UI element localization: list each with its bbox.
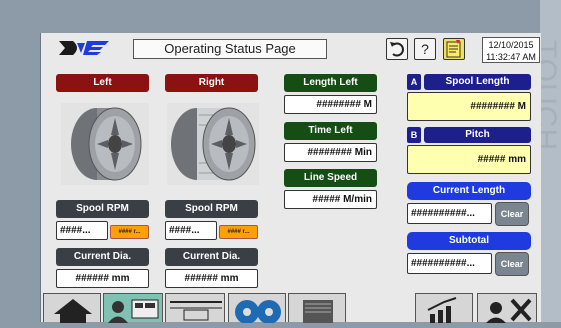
right-rpm-value[interactable]: ####... bbox=[165, 221, 217, 240]
nav-trends-button[interactable] bbox=[415, 293, 473, 323]
nav-spools-button[interactable] bbox=[228, 293, 286, 324]
spools-icon bbox=[235, 300, 281, 324]
time-left-label: Time Left bbox=[284, 122, 377, 140]
current-length-label: Current Length bbox=[407, 182, 531, 200]
clear-subtotal-button[interactable]: Clear bbox=[495, 252, 529, 276]
left-rpm-value[interactable]: ####... bbox=[56, 221, 108, 240]
clear-current-length-button[interactable]: Clear bbox=[495, 202, 529, 226]
company-logo bbox=[55, 37, 115, 59]
length-left-label: Length Left bbox=[284, 74, 377, 92]
back-button[interactable] bbox=[386, 38, 408, 60]
motor-icon bbox=[303, 300, 333, 323]
hmi-screen: Operating Status Page ? 12/10/2015 11:32… bbox=[40, 33, 541, 324]
alarm-note-icon bbox=[446, 40, 461, 58]
nav-maintenance-button[interactable] bbox=[477, 293, 537, 323]
right-dia-value: ###### mm bbox=[165, 269, 258, 288]
spool-length-input[interactable]: ######## M bbox=[407, 92, 531, 121]
left-rpm-label: Spool RPM bbox=[56, 200, 149, 218]
right-rpm-alt-value: #### r... bbox=[219, 225, 258, 239]
time-text: 11:32:47 AM bbox=[486, 52, 536, 62]
left-dia-label: Current Dia. bbox=[56, 248, 149, 266]
left-rpm-alt-value: #### r... bbox=[110, 225, 149, 239]
spool-length-label: Spool Length bbox=[424, 74, 531, 90]
right-dia-label: Current Dia. bbox=[165, 248, 258, 266]
pitch-input[interactable]: ##### mm bbox=[407, 145, 531, 174]
left-dia-value: ###### mm bbox=[56, 269, 149, 288]
time-left-value: ######## Min bbox=[284, 143, 377, 162]
subtotal-label: Subtotal bbox=[407, 232, 531, 250]
date-text: 12/10/2015 bbox=[488, 40, 534, 50]
alarm-button[interactable] bbox=[443, 38, 465, 60]
nav-home-button[interactable] bbox=[43, 293, 101, 323]
right-rpm-label: Spool RPM bbox=[165, 200, 258, 218]
help-button[interactable]: ? bbox=[414, 38, 436, 60]
machine-line-icon bbox=[170, 301, 222, 321]
pitch-label: Pitch bbox=[424, 127, 531, 143]
line-speed-value: ##### M/min bbox=[284, 190, 377, 209]
undo-icon bbox=[390, 42, 404, 57]
trend-chart-icon bbox=[427, 297, 457, 323]
left-spool-icon bbox=[61, 103, 149, 185]
b-tag: B bbox=[407, 127, 421, 143]
line-speed-label: Line Speed bbox=[284, 169, 377, 187]
right-spool-label: Right bbox=[165, 74, 258, 92]
length-left-value: ######## M bbox=[284, 95, 377, 114]
nav-operator-button[interactable] bbox=[103, 293, 163, 323]
maintenance-tools-icon bbox=[486, 298, 532, 323]
operator-screen-icon bbox=[108, 299, 159, 323]
current-length-value: ##########... bbox=[407, 203, 492, 224]
left-spool-label: Left bbox=[56, 74, 149, 92]
home-icon bbox=[54, 299, 92, 323]
date-time-display: 12/10/2015 11:32:47 AM bbox=[482, 37, 540, 63]
right-spool-icon bbox=[167, 103, 259, 185]
nav-motor-button[interactable] bbox=[288, 293, 346, 323]
nav-line-button[interactable] bbox=[165, 293, 225, 322]
page-title: Operating Status Page bbox=[133, 39, 327, 59]
a-tag: A bbox=[407, 74, 421, 90]
subtotal-value: ##########... bbox=[407, 253, 492, 274]
